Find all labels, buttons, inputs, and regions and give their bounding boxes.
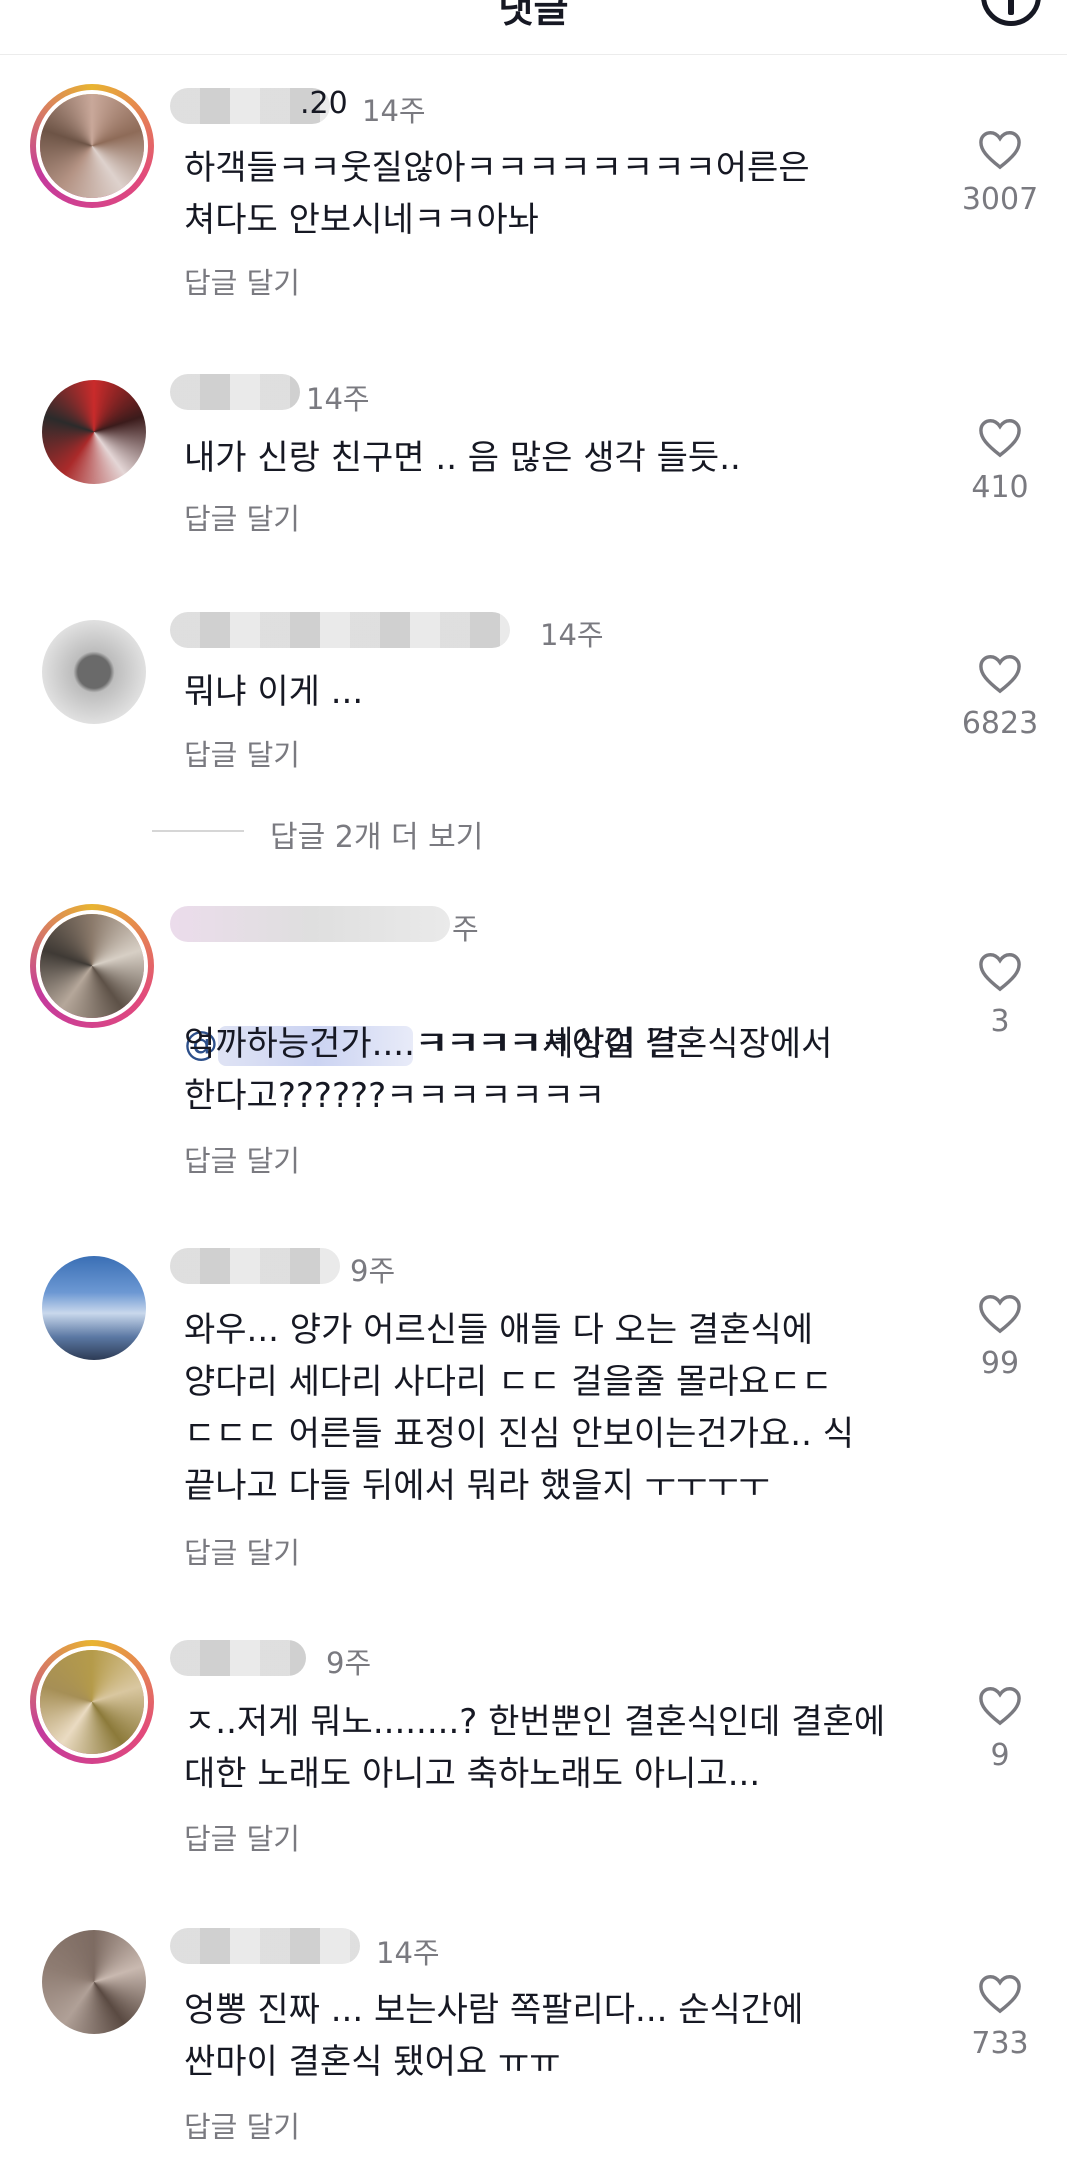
username-blurred[interactable] [170,1640,306,1676]
heart-icon [979,1295,1021,1334]
reply-button[interactable]: 답글 달기 [184,496,300,538]
comment-text: 뭐냐 이게 ... [184,672,364,712]
comment-time: 9주 [350,1254,396,1288]
comment-time: 14주 [306,382,370,416]
heart-icon [979,1687,1021,1726]
like-button[interactable]: 3007 [950,128,1050,217]
username-blurred[interactable] [170,906,450,942]
like-count: 9 [990,1738,1010,1773]
reply-button[interactable]: 답글 달기 [184,1138,300,1180]
username-blurred[interactable] [170,612,510,648]
username-blurred[interactable] [170,1248,340,1284]
comment-text: ㅈ..저게 뭐노........? 한번뿐인 결혼식인데 결혼에 대한 노래도 … [184,1702,886,1794]
avatar[interactable] [30,1640,154,1764]
reply-button[interactable]: 답글 달기 [184,260,300,302]
heart-icon [979,1975,1021,2014]
like-count: 3007 [961,182,1039,217]
like-button[interactable]: 99 [950,1292,1050,1381]
reply-button[interactable]: 답글 달기 [184,732,300,774]
comment-text: 와우... 양가 어르신들 애들 다 오는 결혼식에 양다리 세다리 사다리 ㄷ… [184,1310,854,1506]
username-blurred[interactable] [170,374,300,410]
like-button[interactable]: 3 [950,950,1050,1039]
like-button[interactable]: 6823 [950,652,1050,741]
avatar[interactable] [42,620,146,724]
heart-icon [979,655,1021,694]
top-bar: 댓글 [0,0,1067,55]
heart-icon [979,131,1021,170]
comment-text: 하객들ㅋㅋ웃질않아ㅋㅋㅋㅋㅋㅋㅋㅋ어른은 쳐다도 안보시네ㅋㅋ아놔 [184,148,810,240]
like-count: 733 [971,2026,1029,2061]
avatar[interactable] [42,380,146,484]
like-count: 99 [980,1346,1020,1381]
comment-time: 14주 [540,618,604,652]
divider-line [152,830,244,832]
avatar[interactable] [30,84,154,208]
comment-time: 9주 [326,1646,372,1680]
heart-icon [979,953,1021,992]
avatar[interactable] [30,904,154,1028]
page-title: 댓글 [498,0,569,31]
like-count: 410 [971,470,1029,505]
like-button[interactable]: 410 [950,416,1050,505]
comment-time: 14주 [362,94,426,128]
comment-text: 엉뽕 진짜 ... 보는사람 쪽팔리다... 순식간에 싼마이 결혼식 됐어요 … [184,1990,804,2082]
comment-time: 주 [452,912,479,946]
like-count: 6823 [961,706,1039,741]
like-count: 3 [990,1004,1010,1039]
comment-time: 14주 [376,1936,440,1970]
username-blurred[interactable] [170,1928,360,1964]
comment-text: 내가 신랑 친구면 .. 음 많은 생각 들듯.. [184,438,741,478]
reply-button[interactable]: 답글 달기 [184,2104,300,2146]
view-more-replies-label: 답글 2개 더 보기 [270,820,484,855]
like-button[interactable]: 9 [950,1684,1050,1773]
avatar[interactable] [42,1930,146,2034]
reply-button[interactable]: 답글 달기 [184,1816,300,1858]
heart-icon [979,419,1021,458]
comment-username-suffix: .20 [300,86,348,121]
avatar[interactable] [42,1256,146,1360]
like-button[interactable]: 733 [950,1972,1050,2061]
comment-text: 억까하능건가....ㅋㅋㅋㅋㅋ이걸 결혼식장에서 한다고??????ㅋㅋㅋㅋㅋㅋ… [184,1024,833,1116]
reply-button[interactable]: 답글 달기 [184,1530,300,1572]
